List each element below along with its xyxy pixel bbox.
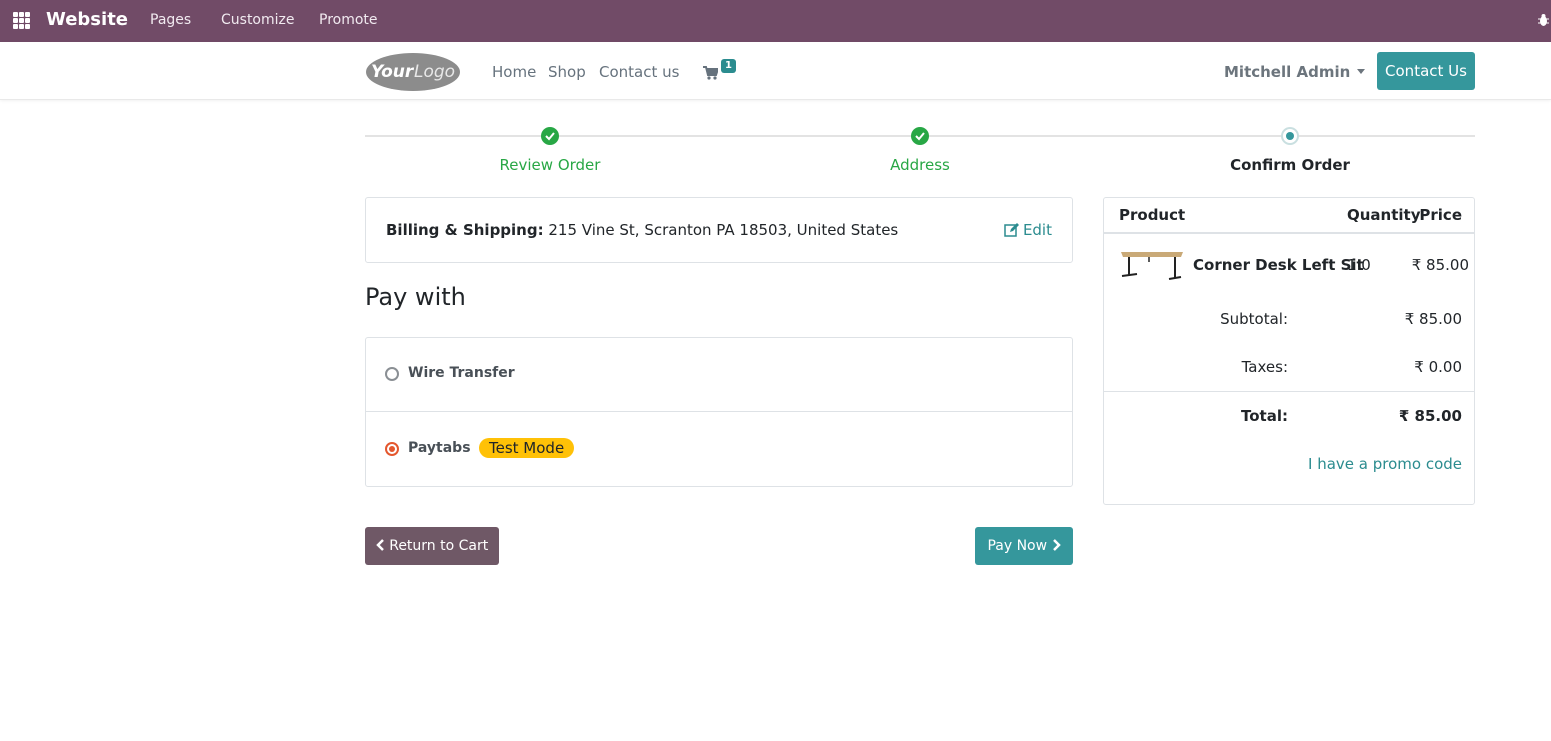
billing-address: Billing & Shipping: 215 Vine St, Scranto… (386, 221, 898, 239)
edit-label: Edit (1022, 221, 1052, 239)
test-mode-badge: Test Mode (479, 438, 575, 458)
site-logo[interactable]: Your Logo (365, 51, 461, 92)
admin-topbar: Website Pages Customize Promote (0, 0, 1551, 42)
return-to-cart-button[interactable]: Return to Cart (365, 527, 499, 565)
svg-text:Your: Your (371, 62, 415, 82)
total-label: Total: (1241, 407, 1288, 425)
promo-code-link[interactable]: I have a promo code (1308, 455, 1462, 473)
billing-label: Billing & Shipping: (386, 221, 544, 239)
pay-now-button[interactable]: Pay Now (975, 527, 1073, 565)
app-brand[interactable]: Website (46, 9, 128, 30)
chevron-left-icon (375, 539, 384, 551)
taxes-label: Taxes: (1241, 358, 1288, 376)
website-header: Your Logo Home Shop Contact us 1 Mitchel… (0, 42, 1551, 100)
step-address[interactable]: Address (820, 156, 1020, 174)
pay-with-heading: Pay with (365, 283, 466, 311)
pay-label: Pay Now (987, 538, 1048, 554)
product-quantity: 1.0 (1347, 256, 1371, 274)
step-review-order[interactable]: Review Order (450, 156, 650, 174)
menu-customize[interactable]: Customize (221, 12, 295, 28)
payment-option-paytabs[interactable]: Paytabs Test Mode (366, 412, 1072, 486)
edit-icon (1004, 223, 1019, 237)
product-image[interactable] (1119, 248, 1185, 282)
step-confirm-current-icon (1281, 127, 1299, 145)
payment-option-wire-transfer[interactable]: Wire Transfer (366, 338, 1072, 412)
cart-link[interactable]: 1 (703, 59, 739, 84)
total-value: ₹ 85.00 (1398, 407, 1462, 425)
wire-transfer-radio[interactable] (385, 367, 399, 381)
step-review-check-icon (541, 127, 559, 145)
product-price: ₹ 85.00 (1411, 256, 1469, 274)
billing-card: Billing & Shipping: 215 Vine St, Scranto… (365, 197, 1073, 263)
subtotal-value: ₹ 85.00 (1404, 310, 1462, 328)
order-summary: Product Quantity Price Corner Desk Left … (1103, 197, 1475, 505)
menu-pages[interactable]: Pages (150, 12, 191, 28)
caret-down-icon (1357, 69, 1366, 74)
contact-us-button[interactable]: Contact Us (1377, 52, 1475, 90)
header-divider (1104, 232, 1474, 234)
step-address-check-icon (911, 127, 929, 145)
nav-home[interactable]: Home (492, 63, 536, 81)
paytabs-radio[interactable] (385, 442, 399, 456)
user-name: Mitchell Admin (1224, 63, 1351, 81)
svg-text:Logo: Logo (414, 62, 455, 82)
shopping-cart-icon (703, 66, 718, 80)
user-menu[interactable]: Mitchell Admin (1224, 63, 1366, 81)
payment-options: Wire Transfer Paytabs Test Mode (365, 337, 1073, 487)
subtotal-label: Subtotal: (1220, 310, 1288, 328)
chevron-right-icon (1052, 539, 1061, 551)
col-price-header: Price (1419, 206, 1462, 224)
nav-shop[interactable]: Shop (548, 63, 586, 81)
bug-icon[interactable] (1538, 13, 1549, 27)
nav-contact-us[interactable]: Contact us (599, 63, 679, 81)
payment-name: Paytabs (408, 440, 471, 456)
col-product-header: Product (1119, 206, 1186, 224)
apps-grid-icon[interactable] (13, 12, 30, 29)
total-divider (1104, 391, 1474, 392)
taxes-value: ₹ 0.00 (1414, 358, 1462, 376)
return-label: Return to Cart (389, 538, 489, 554)
product-name[interactable]: Corner Desk Left Sit (1193, 256, 1364, 274)
billing-address-value: 215 Vine St, Scranton PA 18503, United S… (548, 221, 899, 239)
cart-count-badge: 1 (721, 59, 736, 73)
col-quantity-header: Quantity (1347, 206, 1421, 224)
menu-promote[interactable]: Promote (319, 12, 378, 28)
payment-name: Wire Transfer (408, 365, 515, 381)
step-confirm-order: Confirm Order (1230, 156, 1350, 174)
edit-address-link[interactable]: Edit (1004, 221, 1052, 239)
